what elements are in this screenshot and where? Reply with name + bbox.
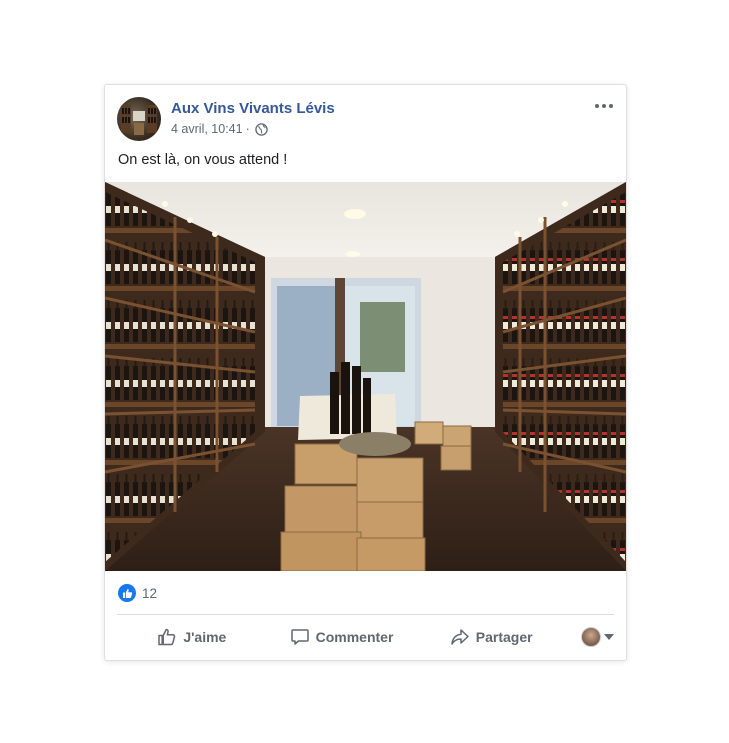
- post-actions: J'aime Commenter Partager: [117, 621, 615, 653]
- post-message: On est là, on vous attend !: [118, 152, 288, 168]
- post-meta: 4 avril, 10:41 ·: [171, 122, 268, 136]
- post-header: Aux Vins Vivants Lévis 4 avril, 10:41 ·: [117, 97, 616, 141]
- viewer-avatar: [581, 627, 602, 647]
- post-timestamp[interactable]: 4 avril, 10:41: [171, 122, 243, 136]
- globe-icon: [255, 122, 268, 136]
- share-label: Partager: [475, 629, 533, 645]
- like-button[interactable]: J'aime: [117, 621, 267, 653]
- caret-down-icon: [604, 634, 615, 640]
- share-button[interactable]: Partager: [416, 621, 566, 653]
- post-card: Aux Vins Vivants Lévis 4 avril, 10:41 · …: [104, 84, 627, 661]
- comment-button[interactable]: Commenter: [267, 621, 417, 653]
- comment-label: Commenter: [315, 629, 394, 645]
- reactions-summary[interactable]: 12: [118, 583, 157, 603]
- actions-divider: [117, 614, 614, 615]
- thumbs-up-icon: [158, 628, 176, 646]
- like-icon: [118, 584, 136, 602]
- wine-shop-photo: [105, 182, 626, 571]
- post-photo[interactable]: [105, 182, 626, 571]
- comment-icon: [290, 629, 309, 645]
- reactions-count: 12: [142, 585, 158, 601]
- meta-separator: ·: [245, 122, 250, 136]
- page-avatar[interactable]: [117, 97, 161, 141]
- more-options-icon[interactable]: [592, 97, 616, 115]
- page-name-link[interactable]: Aux Vins Vivants Lévis: [171, 100, 335, 117]
- viewer-selector[interactable]: [566, 627, 615, 647]
- like-label: J'aime: [183, 629, 227, 645]
- share-icon: [451, 629, 469, 645]
